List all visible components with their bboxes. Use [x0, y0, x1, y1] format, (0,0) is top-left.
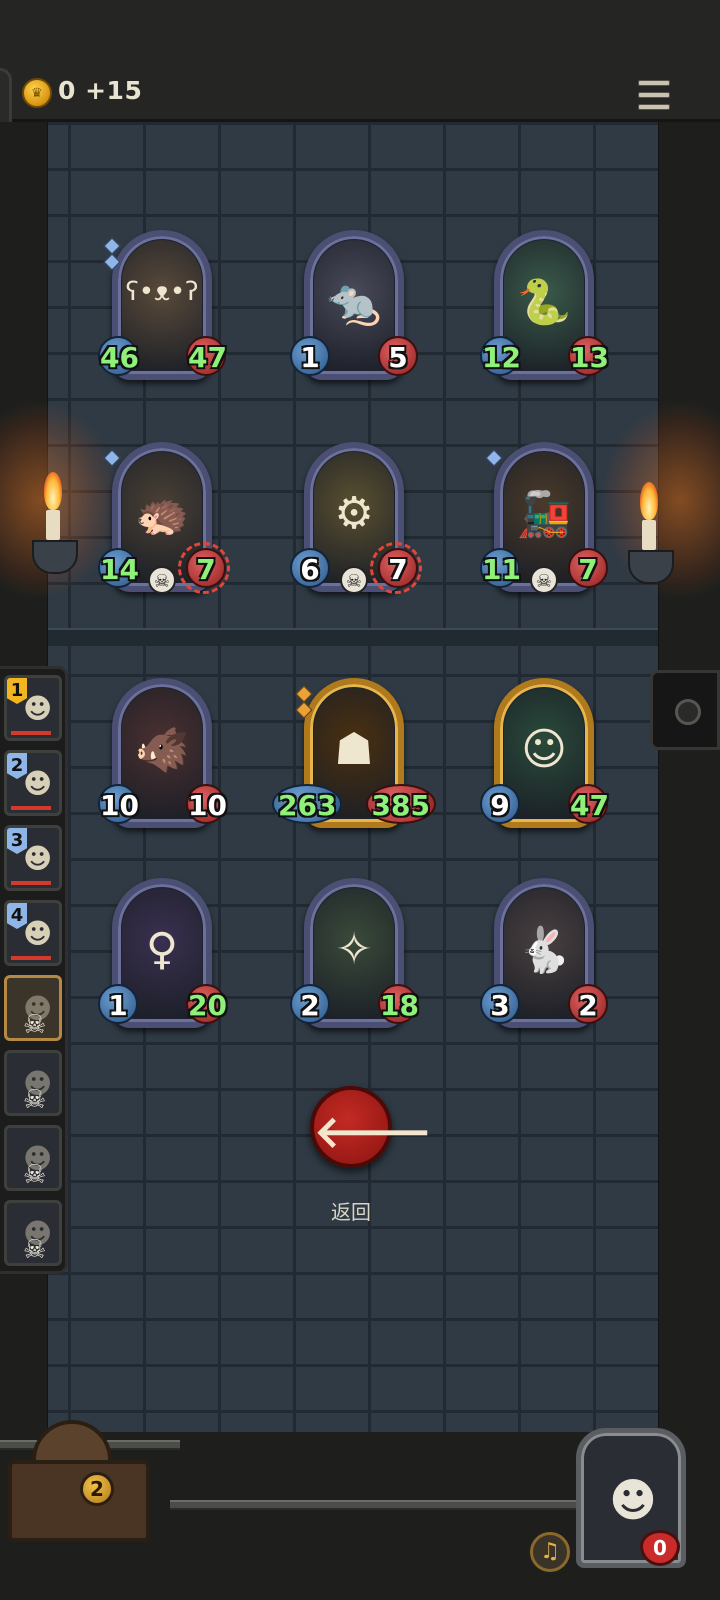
right-pillar — [656, 122, 720, 1542]
hooded-hero-icon: ☻ — [609, 1473, 657, 1527]
roster-slot[interactable]: ☻ ☠ — [4, 1125, 62, 1191]
player-minion-tiki-totem[interactable]: ☗ 263 385 — [272, 678, 436, 836]
upgrade-star-icon — [295, 685, 313, 703]
deathrattle-skull-icon: ☠ — [340, 566, 368, 594]
chest-count-badge: 2 — [80, 1472, 114, 1506]
opponent-minion-bandit-bear[interactable]: ʕ•ᴥ•ʔ 46 47 — [98, 230, 227, 388]
skull-icon: ☠ — [23, 1235, 47, 1265]
treasure-chest-icon[interactable] — [8, 1460, 150, 1542]
bell-icon[interactable]: ♫ — [530, 1532, 570, 1572]
health-bar — [11, 956, 51, 960]
attack-stat: 46 — [98, 336, 139, 376]
back-button-label: 返回 — [331, 1200, 371, 1224]
attack-stat: 9 — [480, 784, 520, 824]
pipe — [170, 1500, 580, 1510]
attack-stat: 3 — [480, 984, 520, 1024]
skull-icon: ☠ — [23, 1085, 47, 1115]
health-stat: 13 — [568, 336, 609, 376]
attack-stat: 14 — [98, 548, 139, 588]
health-stat: 10 — [186, 784, 227, 824]
opponent-minion-steam-train[interactable]: 🚂 11 7 ☠ — [480, 442, 608, 600]
player-minion-sea-witch[interactable]: ♀ 1 20 — [98, 878, 227, 1036]
torch-right-icon — [628, 470, 674, 590]
opponent-minion-hedgehog-thief[interactable]: 🦔 14 7 ☠ — [98, 442, 230, 600]
roster-slot[interactable]: ☻ ☠ — [4, 1050, 62, 1116]
attack-stat: 263 — [272, 784, 343, 824]
knob-icon — [675, 699, 701, 725]
deathrattle-skull-icon: ☠ — [148, 566, 176, 594]
top-bar: ♛ 0 +15 — [0, 0, 720, 178]
health-stat: 7 — [568, 548, 608, 588]
health-stat: 5 — [378, 336, 418, 376]
deathrattle-skull-icon: ☠ — [530, 566, 558, 594]
opponent-roster: ☻ 1 ☻ 2 ☻ 3 ☻ 4 ☻ ☠ ☻ ☠ ☻ ☠ ☻ ☠ — [0, 666, 68, 1274]
opponent-minion-rat-pirate[interactable]: 🐀 1 5 — [290, 230, 418, 388]
health-bar — [11, 881, 51, 885]
health-stat: 20 — [186, 984, 227, 1024]
roster-slot[interactable]: ☻ ☠ — [4, 1200, 62, 1266]
skull-icon: ☠ — [23, 1160, 47, 1190]
crown-coin-icon: ♛ — [22, 78, 52, 108]
upgrade-star-icon — [103, 237, 121, 255]
attack-stat: 12 — [480, 336, 521, 376]
upgrade-star-icon — [485, 449, 503, 467]
attack-stat: 11 — [480, 548, 521, 588]
upgrade-star-icon — [103, 449, 121, 467]
health-stat: 2 — [568, 984, 608, 1024]
torch-left-icon — [32, 460, 78, 580]
skull-icon: ☠ — [23, 1010, 47, 1040]
opponent-minion-cheese-robot[interactable]: ⚙ 6 7 ☠ — [290, 442, 422, 600]
health-stat: 47 — [568, 784, 609, 824]
health-stat: 18 — [378, 984, 419, 1024]
player-minion-grinning-imp[interactable]: ☺ 9 47 — [480, 678, 609, 836]
player-minion-wild-boar[interactable]: 🐗 10 10 — [98, 678, 227, 836]
attack-stat: 1 — [290, 336, 330, 376]
hero-portrait-3-icon: ☻ — [23, 842, 53, 875]
hero-portrait-1-icon: ☻ — [23, 692, 53, 725]
gold-counter: 0 +15 — [58, 76, 143, 105]
roster-slot[interactable]: ☻ 2 — [4, 750, 62, 816]
right-side-slot[interactable] — [650, 670, 720, 750]
health-stat: 385 — [365, 784, 436, 824]
back-arrow-icon: 🡐 — [314, 1107, 432, 1158]
roster-slot[interactable]: ☻ 4 — [4, 900, 62, 966]
damaged-ring-icon — [370, 542, 422, 594]
board-divider-ledge — [48, 628, 658, 646]
hamburger-menu-icon[interactable] — [636, 80, 672, 114]
health-bar — [11, 731, 51, 735]
opponent-minion-crowned-snake[interactable]: 🐍 12 13 — [480, 230, 609, 388]
game-screen: ♛ 0 +15 ʕ•ᴥ•ʔ 46 47 🐀 1 5 🐍 12 13 🦔 14 7 ☠ ⚙ 6 7 ☠ 🚂 11 7 ☠ … — [0, 0, 720, 1600]
health-bar — [11, 806, 51, 810]
player-minion-fairy[interactable]: ✧ 2 18 — [290, 878, 419, 1036]
roster-slot[interactable]: ☻ ☠ — [4, 975, 62, 1041]
attack-stat: 6 — [290, 548, 330, 588]
hero-portrait-4-icon: ☻ — [23, 917, 53, 950]
player-minion-masked-rabbit[interactable]: 🐇 3 2 — [480, 878, 608, 1036]
attack-stat: 10 — [98, 784, 139, 824]
hero-portrait-2-icon: ☻ — [23, 767, 53, 800]
health-stat: 47 — [186, 336, 227, 376]
roster-slot[interactable]: ☻ 3 — [4, 825, 62, 891]
damaged-ring-icon — [178, 542, 230, 594]
back-button[interactable]: 🡐 — [310, 1086, 432, 1168]
roster-slot[interactable]: ☻ 1 — [4, 675, 62, 741]
attack-stat: 1 — [98, 984, 138, 1024]
attack-stat: 2 — [290, 984, 330, 1024]
